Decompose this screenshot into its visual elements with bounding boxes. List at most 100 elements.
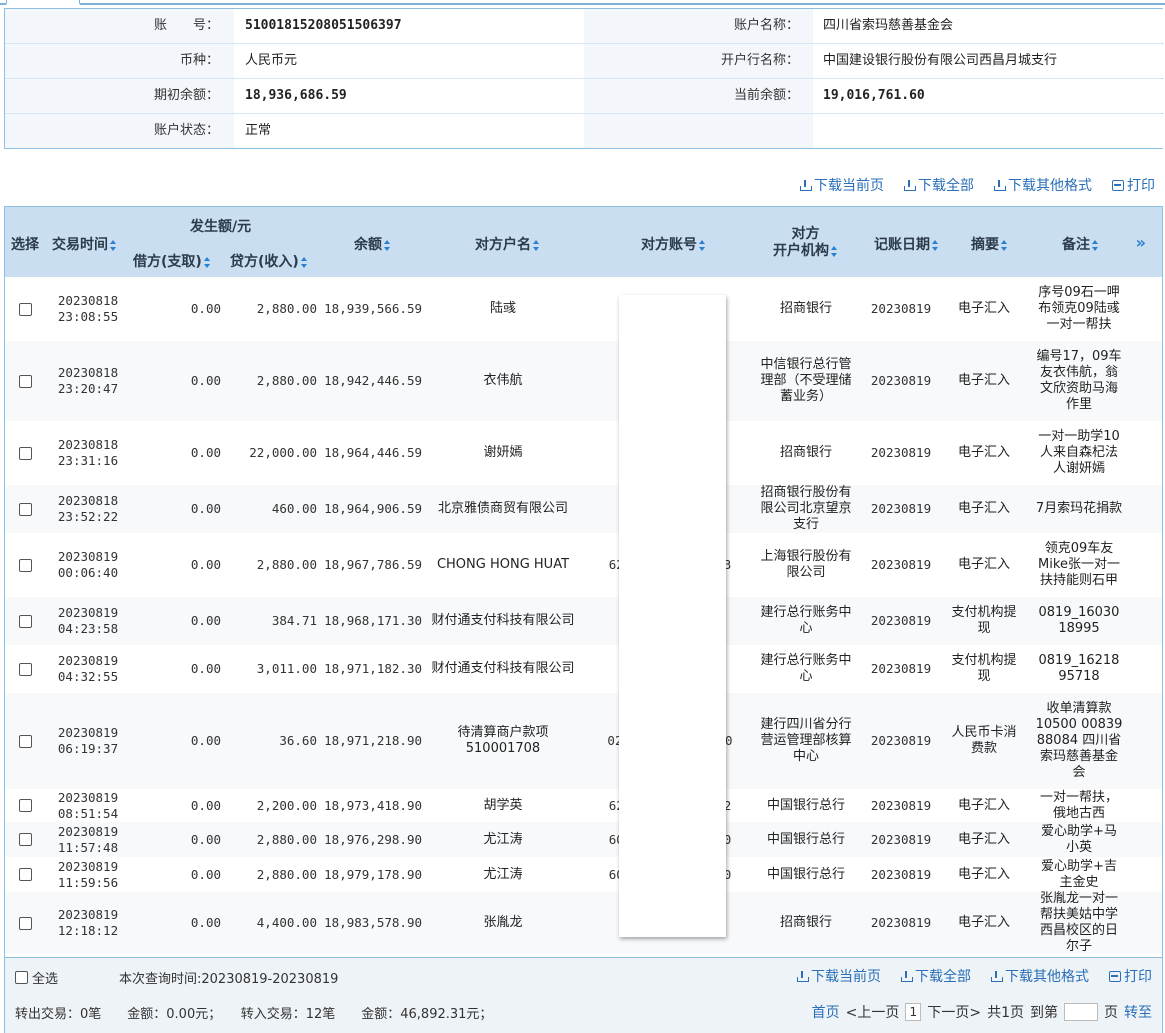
cell-counterparty-name: 财付通支付科技有限公司 <box>431 661 575 676</box>
cell-counterparty-bank: 中国银行总行 <box>766 866 845 882</box>
cell-post-date: 20230819 <box>870 797 932 813</box>
cell-remark: 爱心助学+吉主金史 <box>1041 858 1117 890</box>
header-credit[interactable]: 贷方(收入) <box>230 251 308 271</box>
table-row[interactable]: 20230819 04:23:58 0.00 384.71 18,968,171.30 财… <box>5 597 1162 645</box>
download-icon <box>797 970 809 982</box>
top-toolbar: 下载当前页 下载全部 下载其他格式 打印 <box>800 176 1155 194</box>
cell-post-date: 20230819 <box>870 445 932 460</box>
row-checkbox[interactable] <box>18 833 32 846</box>
row-checkbox[interactable] <box>18 662 32 676</box>
print-link[interactable]: 打印 <box>1112 176 1155 194</box>
page-number-input[interactable] <box>1064 1003 1098 1021</box>
table-row[interactable]: 20230818 23:20:47 0.00 2,880.00 18,942,446.5… <box>5 341 1162 421</box>
tab-strip <box>0 0 1165 5</box>
cell-debit: 0.00 <box>190 613 221 628</box>
table-row[interactable]: 20230819 08:51:54 0.00 2,200.00 18,973,418.9… <box>5 789 1162 822</box>
download-all-link[interactable]: 下载全部 <box>904 176 974 194</box>
cell-balance: 18,942,446.59 <box>324 373 422 388</box>
header-remark[interactable]: 备注 <box>1062 234 1099 254</box>
cell-post-date: 20230819 <box>870 557 932 572</box>
row-checkbox[interactable] <box>18 558 32 572</box>
bank-value: 中国建设银行股份有限公司西昌月城支行 <box>823 53 1058 68</box>
goto-page-button[interactable]: 转至 <box>1124 1002 1152 1022</box>
table-row[interactable]: 20230819 12:18:12 0.00 4,400.00 18,983,578.9… <box>5 891 1162 954</box>
account-name-label: 账户名称： <box>733 18 799 33</box>
row-checkbox[interactable] <box>18 446 32 460</box>
row-checkbox[interactable] <box>18 502 32 516</box>
cell-credit: 384.71 <box>271 613 317 628</box>
cell-counterparty-name: 陆彧 <box>489 301 516 316</box>
header-summary[interactable]: 摘要 <box>971 234 1008 254</box>
bottom-toolbar: 下载当前页 下载全部 下载其他格式 打印 <box>797 967 1152 985</box>
cell-counterparty-bank: 建行四川省分行营运管理部核算中心 <box>760 717 852 764</box>
table-row[interactable]: 20230818 23:52:22 0.00 460.00 18,964,906.59 北… <box>5 485 1162 533</box>
download-other-format-link[interactable]: 下载其他格式 <box>991 967 1089 985</box>
info-row: 账 号： 51001815208051506397 账户名称： 四川省索玛慈善基… <box>5 9 1164 44</box>
row-select-cell <box>5 597 45 645</box>
more-columns-button[interactable]: » <box>1136 233 1146 252</box>
cell-balance: 18,971,182.30 <box>324 661 422 676</box>
table-row[interactable]: 20230818 23:31:16 0.00 22,000.00 18,964,446.… <box>5 421 1162 485</box>
row-checkbox[interactable] <box>18 799 32 812</box>
cell-summary: 电子汇入 <box>957 797 1010 813</box>
header-time[interactable]: 交易时间 <box>52 234 117 254</box>
table-row[interactable]: 20230819 00:06:40 0.00 2,880.00 18,967,786.5… <box>5 533 1162 597</box>
table-row[interactable]: 20230819 11:59:56 0.00 2,880.00 18,979,178.9… <box>5 857 1162 892</box>
header-counterparty-account[interactable]: 对方账号 <box>641 234 706 254</box>
cell-credit: 2,880.00 <box>256 831 317 847</box>
cell-credit: 4,400.00 <box>256 915 317 930</box>
table-row[interactable]: 20230818 23:08:55 0.00 2,880.00 18,939,566.5… <box>5 277 1162 341</box>
row-select-cell <box>5 421 45 485</box>
download-all-link[interactable]: 下载全部 <box>901 967 971 985</box>
download-other-format-link[interactable]: 下载其他格式 <box>994 176 1092 194</box>
cell-summary: 电子汇入 <box>957 915 1010 930</box>
table-row[interactable]: 20230819 04:32:55 0.00 3,011.00 18,971,182.3… <box>5 645 1162 693</box>
row-checkbox[interactable] <box>18 868 32 881</box>
download-current-page-link[interactable]: 下载当前页 <box>800 176 884 194</box>
download-current-page-link[interactable]: 下载当前页 <box>797 967 881 985</box>
cell-balance: 18,964,446.59 <box>324 445 422 460</box>
cell-transaction-time: 20230818 23:08:55 <box>57 293 119 324</box>
prev-page-link[interactable]: <上一页 <box>846 1002 900 1022</box>
cell-credit: 2,880.00 <box>256 373 317 388</box>
cell-summary: 电子汇入 <box>957 866 1010 882</box>
cell-balance: 18,964,906.59 <box>324 501 422 516</box>
row-checkbox[interactable] <box>18 916 32 930</box>
table-row[interactable]: 20230819 11:57:48 0.00 2,880.00 18,976,298.9… <box>5 822 1162 857</box>
row-checkbox[interactable] <box>18 374 32 388</box>
header-balance[interactable]: 余额 <box>354 234 391 254</box>
checkbox[interactable] <box>15 971 28 984</box>
cell-summary: 人民币卡消费款 <box>951 725 1017 756</box>
cell-balance: 18,979,178.90 <box>324 866 422 882</box>
header-post-date[interactable]: 记账日期 <box>874 234 939 254</box>
cell-debit: 0.00 <box>190 501 221 516</box>
header-counterparty-name[interactable]: 对方户名 <box>475 234 540 254</box>
active-tab[interactable] <box>6 0 80 5</box>
header-debit[interactable]: 借方(支取) <box>133 251 211 271</box>
cell-counterparty-bank: 中国银行总行 <box>766 831 845 847</box>
row-select-cell <box>5 693 45 789</box>
cell-debit: 0.00 <box>190 866 221 882</box>
cell-transaction-time: 20230819 04:23:58 <box>57 605 119 636</box>
select-all-checkbox[interactable]: 全选 <box>15 968 58 987</box>
cell-credit: 2,200.00 <box>256 797 317 813</box>
account-info-panel: 账 号： 51001815208051506397 账户名称： 四川省索玛慈善基… <box>4 8 1164 149</box>
row-checkbox[interactable] <box>18 734 32 748</box>
first-page-link[interactable]: 首页 <box>812 1002 840 1022</box>
cell-counterparty-name: 胡学英 <box>483 797 523 813</box>
cell-transaction-time: 20230819 08:51:54 <box>57 789 119 821</box>
print-link[interactable]: 打印 <box>1109 967 1152 985</box>
cell-counterparty-bank: 招商银行股份有限公司北京望京支行 <box>760 485 852 532</box>
cell-post-date: 20230819 <box>870 501 932 516</box>
header-counterparty-bank[interactable]: 对方 开户机构 <box>773 226 838 260</box>
row-select-cell <box>5 892 45 954</box>
sort-icon <box>384 239 391 251</box>
table-row[interactable]: 20230819 06:19:37 0.00 36.60 18,971,218.90 待清… <box>5 693 1162 789</box>
row-checkbox[interactable] <box>18 614 32 628</box>
cell-post-date: 20230819 <box>870 661 932 676</box>
cell-post-date: 20230819 <box>870 301 932 316</box>
total-pages: 共1页 <box>987 1005 1024 1021</box>
row-checkbox[interactable] <box>18 302 32 316</box>
next-page-link[interactable]: 下一页> <box>927 1002 981 1022</box>
download-icon <box>994 179 1006 191</box>
